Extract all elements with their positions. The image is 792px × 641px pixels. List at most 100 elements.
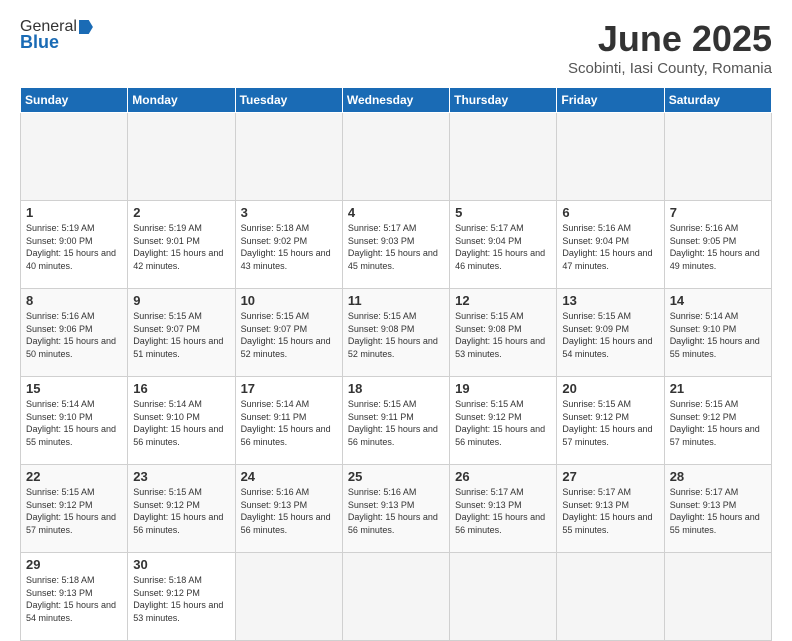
day-number: 14: [670, 293, 766, 308]
table-row: 7Sunrise: 5:16 AMSunset: 9:05 PMDaylight…: [664, 201, 771, 289]
sunset-label: Sunset: 9:04 PM: [455, 236, 522, 246]
sunrise-label: Sunrise: 5:18 AM: [26, 575, 95, 585]
sunrise-label: Sunrise: 5:16 AM: [241, 487, 310, 497]
cell-info: Sunrise: 5:16 AMSunset: 9:13 PMDaylight:…: [241, 486, 337, 536]
table-row: [342, 553, 449, 641]
cell-info: Sunrise: 5:18 AMSunset: 9:12 PMDaylight:…: [133, 574, 229, 624]
table-row: 9Sunrise: 5:15 AMSunset: 9:07 PMDaylight…: [128, 289, 235, 377]
daylight-label: Daylight: 15 hours and 52 minutes.: [241, 336, 331, 359]
table-row: [128, 113, 235, 201]
sunrise-label: Sunrise: 5:14 AM: [26, 399, 95, 409]
table-row: 29Sunrise: 5:18 AMSunset: 9:13 PMDayligh…: [21, 553, 128, 641]
col-wednesday: Wednesday: [342, 88, 449, 113]
cell-info: Sunrise: 5:17 AMSunset: 9:13 PMDaylight:…: [455, 486, 551, 536]
daylight-label: Daylight: 15 hours and 56 minutes.: [241, 512, 331, 535]
day-number: 23: [133, 469, 229, 484]
title-block: June 2025 Scobinti, Iasi County, Romania: [568, 18, 772, 77]
daylight-label: Daylight: 15 hours and 55 minutes.: [670, 336, 760, 359]
daylight-label: Daylight: 15 hours and 57 minutes.: [562, 424, 652, 447]
sunrise-label: Sunrise: 5:16 AM: [26, 311, 95, 321]
sunset-label: Sunset: 9:12 PM: [562, 412, 629, 422]
table-row: [235, 113, 342, 201]
calendar-week-row: 29Sunrise: 5:18 AMSunset: 9:13 PMDayligh…: [21, 553, 772, 641]
sunrise-label: Sunrise: 5:15 AM: [670, 399, 739, 409]
sunrise-label: Sunrise: 5:15 AM: [455, 311, 524, 321]
day-number: 12: [455, 293, 551, 308]
daylight-label: Daylight: 15 hours and 56 minutes.: [348, 512, 438, 535]
calendar-week-row: [21, 113, 772, 201]
table-row: 6Sunrise: 5:16 AMSunset: 9:04 PMDaylight…: [557, 201, 664, 289]
sunrise-label: Sunrise: 5:15 AM: [133, 311, 202, 321]
col-saturday: Saturday: [664, 88, 771, 113]
table-row: 22Sunrise: 5:15 AMSunset: 9:12 PMDayligh…: [21, 465, 128, 553]
sunset-label: Sunset: 9:10 PM: [670, 324, 737, 334]
daylight-label: Daylight: 15 hours and 45 minutes.: [348, 248, 438, 271]
day-number: 1: [26, 205, 122, 220]
calendar-table: Sunday Monday Tuesday Wednesday Thursday…: [20, 87, 772, 641]
sunset-label: Sunset: 9:03 PM: [348, 236, 415, 246]
day-number: 8: [26, 293, 122, 308]
daylight-label: Daylight: 15 hours and 54 minutes.: [26, 600, 116, 623]
table-row: 19Sunrise: 5:15 AMSunset: 9:12 PMDayligh…: [450, 377, 557, 465]
day-number: 11: [348, 293, 444, 308]
daylight-label: Daylight: 15 hours and 55 minutes.: [562, 512, 652, 535]
sunrise-label: Sunrise: 5:18 AM: [133, 575, 202, 585]
daylight-label: Daylight: 15 hours and 42 minutes.: [133, 248, 223, 271]
daylight-label: Daylight: 15 hours and 55 minutes.: [26, 424, 116, 447]
cell-info: Sunrise: 5:15 AM Sunset: 9:07 PM Daylight:…: [241, 310, 337, 360]
cell-info: Sunrise: 5:15 AMSunset: 9:08 PMDaylight:…: [348, 310, 444, 360]
table-row: 12 Sunrise: 5:15 AMSunset: 9:08 PMDayligh…: [450, 289, 557, 377]
daylight-label: Daylight: 15 hours and 57 minutes.: [26, 512, 116, 535]
table-row: 16Sunrise: 5:14 AMSunset: 9:10 PMDayligh…: [128, 377, 235, 465]
logo: General Blue: [20, 18, 93, 53]
sunrise-label: Sunrise: 5:19 AM: [26, 223, 95, 233]
sunrise-label: Sunrise: 5:16 AM: [348, 487, 417, 497]
day-number: 30: [133, 557, 229, 572]
sunrise-label: Sunrise: 5:15 AM: [241, 311, 310, 321]
table-row: [450, 553, 557, 641]
table-row: [664, 553, 771, 641]
sunset-label: Sunset: 9:07 PM: [241, 324, 308, 334]
day-number: 6: [562, 205, 658, 220]
table-row: 28Sunrise: 5:17 AMSunset: 9:13 PMDayligh…: [664, 465, 771, 553]
sunrise-label: Sunrise: 5:15 AM: [455, 399, 524, 409]
day-number: 25: [348, 469, 444, 484]
cell-info: Sunrise: 5:14 AMSunset: 9:10 PMDaylight:…: [670, 310, 766, 360]
sunrise-label: Sunrise: 5:15 AM: [133, 487, 202, 497]
daylight-label: Daylight: 15 hours and 40 minutes.: [26, 248, 116, 271]
sunrise-label: Sunrise: 5:15 AM: [26, 487, 95, 497]
table-row: 18Sunrise: 5:15 AMSunset: 9:11 PMDayligh…: [342, 377, 449, 465]
daylight-label: Daylight: 15 hours and 56 minutes.: [241, 424, 331, 447]
daylight-label: Daylight: 15 hours and 56 minutes.: [348, 424, 438, 447]
daylight-label: Daylight: 15 hours and 54 minutes.: [562, 336, 652, 359]
daylight-label: Daylight: 15 hours and 55 minutes.: [670, 512, 760, 535]
daylight-label: Daylight: 15 hours and 47 minutes.: [562, 248, 652, 271]
table-row: 24Sunrise: 5:16 AMSunset: 9:13 PMDayligh…: [235, 465, 342, 553]
day-number: 18: [348, 381, 444, 396]
header: General Blue June 2025 Scobinti, Iasi Co…: [20, 18, 772, 77]
table-row: 8Sunrise: 5:16 AMSunset: 9:06 PMDaylight…: [21, 289, 128, 377]
col-friday: Friday: [557, 88, 664, 113]
sunset-label: Sunset: 9:13 PM: [26, 588, 93, 598]
day-number: 3: [241, 205, 337, 220]
daylight-label: Daylight: 15 hours and 46 minutes.: [455, 248, 545, 271]
cell-info: Sunrise: 5:17 AMSunset: 9:13 PMDaylight:…: [670, 486, 766, 536]
table-row: 15Sunrise: 5:14 AMSunset: 9:10 PMDayligh…: [21, 377, 128, 465]
table-row: [664, 113, 771, 201]
sunset-label: Sunset: 9:11 PM: [241, 412, 307, 422]
day-number: 20: [562, 381, 658, 396]
sunrise-label: Sunrise: 5:15 AM: [562, 311, 631, 321]
daylight-label: Daylight: 15 hours and 56 minutes.: [455, 424, 545, 447]
daylight-label: Daylight: 15 hours and 52 minutes.: [348, 336, 438, 359]
sunset-label: Sunset: 9:12 PM: [133, 588, 200, 598]
table-row: 11 Sunrise: 5:15 AMSunset: 9:08 PMDayligh…: [342, 289, 449, 377]
daylight-label: Daylight: 15 hours and 51 minutes.: [133, 336, 223, 359]
col-monday: Monday: [128, 88, 235, 113]
day-number: 4: [348, 205, 444, 220]
table-row: 20Sunrise: 5:15 AMSunset: 9:12 PMDayligh…: [557, 377, 664, 465]
cell-info: Sunrise: 5:15 AMSunset: 9:08 PMDaylight:…: [455, 310, 551, 360]
page: General Blue June 2025 Scobinti, Iasi Co…: [0, 0, 792, 612]
day-number: 15: [26, 381, 122, 396]
sunrise-label: Sunrise: 5:17 AM: [562, 487, 631, 497]
table-row: 30Sunrise: 5:18 AMSunset: 9:12 PMDayligh…: [128, 553, 235, 641]
